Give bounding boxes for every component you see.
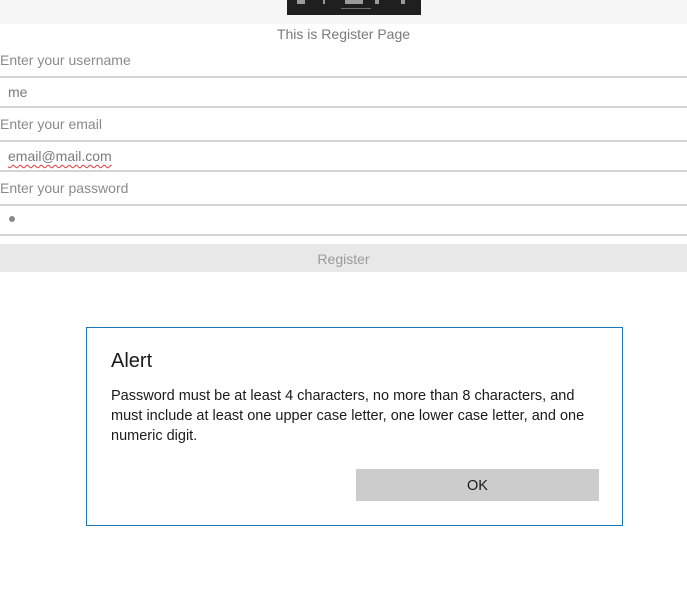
alert-dialog: Alert Password must be at least 4 charac… [86,327,623,526]
register-button[interactable]: Register [0,244,687,272]
email-label: Enter your email [0,116,102,132]
register-page: This is Register Page Enter your usernam… [0,0,687,612]
toolbar-dot-icon[interactable] [375,0,379,4]
debug-toolbar[interactable] [287,0,421,15]
toolbar-arrow-icon[interactable] [401,0,405,4]
alert-message: Password must be at least 4 characters, … [111,388,585,444]
password-mask-dot [9,216,15,222]
toolbar-select-icon[interactable] [297,0,305,4]
username-field[interactable]: me [0,76,687,108]
password-field[interactable] [0,204,687,236]
page-title: This is Register Page [276,26,411,42]
email-value: email@mail.com [8,148,112,164]
ok-button[interactable]: OK [356,469,599,501]
email-field[interactable]: email@mail.com [0,140,687,172]
password-label: Enter your password [0,180,129,196]
toolbar-cursor-icon[interactable] [323,0,325,4]
username-label: Enter your username [0,52,131,68]
toolbar-underline-icon [341,8,371,9]
alert-title: Alert [111,350,153,372]
toolbar-layout-icon[interactable] [345,0,363,4]
username-value: me [8,84,28,100]
